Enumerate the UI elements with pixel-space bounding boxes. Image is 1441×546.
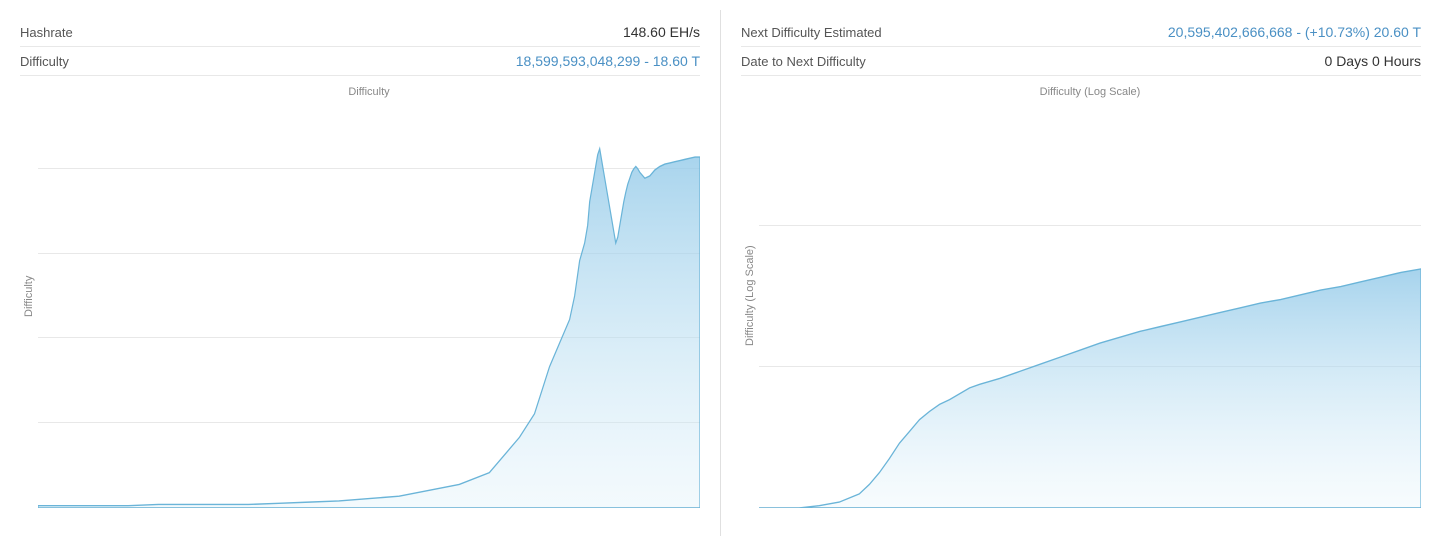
left-chart-svg <box>38 84 700 508</box>
date-next-value: 0 Days 0 Hours <box>1325 53 1421 69</box>
next-difficulty-label: Next Difficulty Estimated <box>741 25 882 40</box>
hashrate-value: 148.60 EH/s <box>623 24 700 40</box>
left-chart-inner: 0 5T 10T 15T 20T 25T <box>38 84 700 508</box>
right-chart-inner: 0 5 10 15 <box>759 84 1421 508</box>
right-chart-svg <box>759 84 1421 508</box>
hashrate-label: Hashrate <box>20 25 73 40</box>
date-next-label: Date to Next Difficulty <box>741 54 866 69</box>
right-y-axis-label: Difficulty (Log Scale) <box>741 84 759 508</box>
right-chart-area: Difficulty (Log Scale) 0 5 10 15 <box>741 84 1421 528</box>
left-y-axis-label: Difficulty <box>20 84 38 508</box>
difficulty-value: 18,599,593,048,299 - 18.60 T <box>516 53 700 69</box>
left-chart-area: Difficulty <box>20 84 700 528</box>
difficulty-row: Difficulty 18,599,593,048,299 - 18.60 T <box>20 47 700 76</box>
date-next-difficulty-row: Date to Next Difficulty 0 Days 0 Hours <box>741 47 1421 76</box>
hashrate-row: Hashrate 148.60 EH/s <box>20 18 700 47</box>
next-difficulty-row: Next Difficulty Estimated 20,595,402,666… <box>741 18 1421 47</box>
difficulty-label: Difficulty <box>20 54 69 69</box>
next-difficulty-value: 20,595,402,666,668 - (+10.73%) 20.60 T <box>1168 24 1421 40</box>
left-panel: Hashrate 148.60 EH/s Difficulty 18,599,5… <box>0 10 721 536</box>
right-panel: Next Difficulty Estimated 20,595,402,666… <box>721 10 1441 536</box>
